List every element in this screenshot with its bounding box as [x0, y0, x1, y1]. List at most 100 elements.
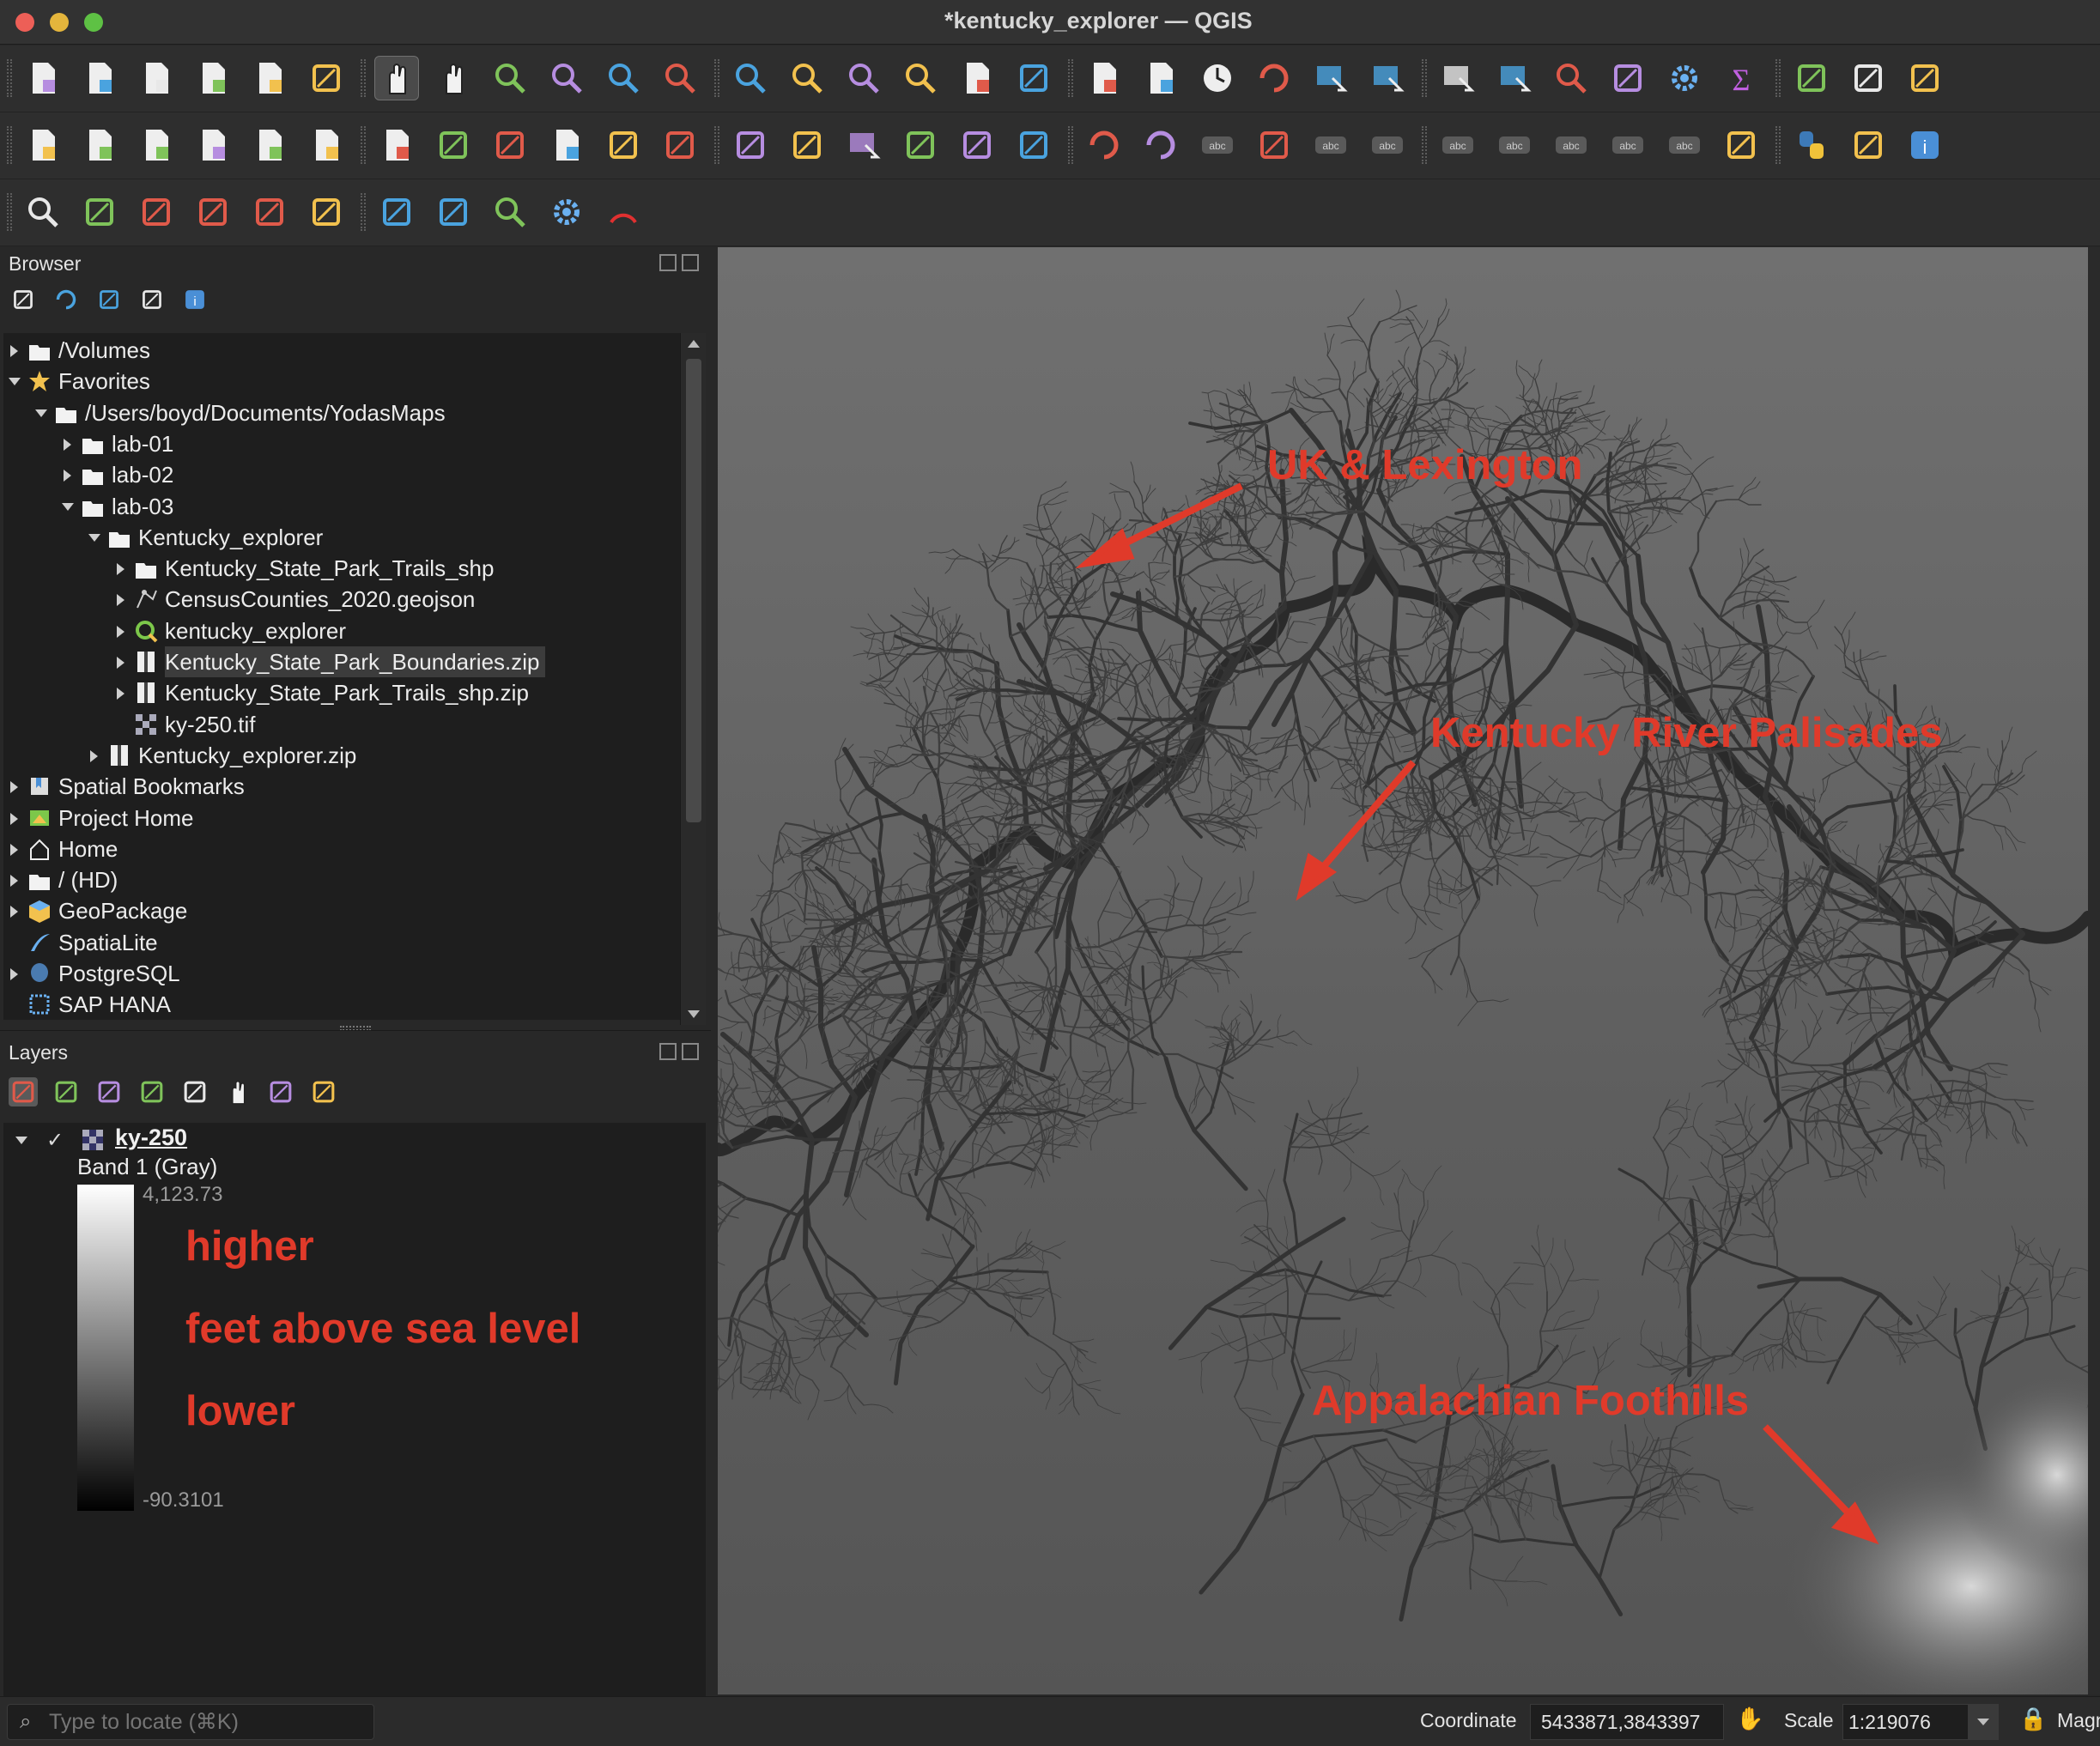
reshape-button[interactable]: [374, 190, 419, 234]
float-panel-icon[interactable]: [659, 1043, 677, 1060]
lock-scale-icon[interactable]: 🔒: [2019, 1706, 2047, 1732]
delete-selected-button[interactable]: [841, 123, 886, 167]
tree-item[interactable]: Spatial Bookmarks: [3, 771, 680, 802]
open-project-button[interactable]: [77, 56, 122, 100]
map-tips-button[interactable]: [1605, 56, 1650, 100]
layer-name[interactable]: ky-250: [115, 1125, 187, 1151]
capture-point-button[interactable]: [191, 190, 235, 234]
chevron-right-icon[interactable]: [64, 438, 71, 451]
scale-dropdown-button[interactable]: [1968, 1704, 1999, 1740]
chevron-right-icon[interactable]: [117, 657, 124, 669]
plugin-1-button[interactable]: [77, 190, 122, 234]
filter-icon[interactable]: [96, 287, 122, 312]
tree-item[interactable]: kentucky_explorer: [3, 615, 680, 646]
toggle-extents-icon[interactable]: ✋: [1736, 1706, 1763, 1732]
new-spatialite-button[interactable]: [191, 123, 235, 167]
attribute-table-button[interactable]: [1789, 56, 1834, 100]
chevron-right-icon[interactable]: [10, 906, 18, 918]
pan-to-selection-button[interactable]: [431, 56, 476, 100]
toolbar-handle[interactable]: [7, 59, 12, 97]
toolbar-handle[interactable]: [1775, 126, 1781, 164]
show-label-button[interactable]: abc: [1605, 123, 1650, 167]
chevron-right-icon[interactable]: [117, 688, 124, 700]
new-map-view-button[interactable]: [1138, 56, 1183, 100]
new-shapefile-button[interactable]: [134, 123, 179, 167]
scale-field[interactable]: 1:219076: [1842, 1704, 1973, 1740]
save-project-button[interactable]: [134, 56, 179, 100]
toolbar-handle[interactable]: [714, 59, 719, 97]
tree-item[interactable]: /Users/boyd/Documents/YodasMaps: [3, 397, 680, 428]
zoom-native-button[interactable]: [785, 56, 829, 100]
style-icon[interactable]: [9, 1077, 38, 1106]
show-bookmarks-button[interactable]: [1011, 56, 1056, 100]
copy-features-button[interactable]: [955, 123, 999, 167]
zoom-next-button[interactable]: [898, 56, 943, 100]
statistics-button[interactable]: Σ: [1719, 56, 1763, 100]
expand-all-icon[interactable]: [223, 1077, 252, 1106]
toolbar-handle[interactable]: [1068, 59, 1073, 97]
toolbar-handle[interactable]: [1422, 59, 1427, 97]
collapse-all-icon[interactable]: [139, 287, 165, 312]
toolbar-handle[interactable]: [1775, 59, 1781, 97]
chevron-right-icon[interactable]: [90, 749, 98, 762]
zoom-out-button[interactable]: [544, 56, 589, 100]
chevron-right-icon[interactable]: [10, 875, 18, 888]
coordinate-field[interactable]: 5433871,3843397: [1530, 1704, 1724, 1740]
new-virtual-button[interactable]: [247, 123, 292, 167]
redo-button[interactable]: [1138, 123, 1183, 167]
zoom-window-button[interactable]: [84, 13, 103, 32]
chevron-down-icon[interactable]: [62, 502, 74, 511]
tree-item[interactable]: PostgreSQL: [3, 958, 680, 989]
locator-input[interactable]: [49, 1708, 367, 1736]
annotation-button[interactable]: [1903, 56, 1947, 100]
tree-item[interactable]: lab-02: [3, 459, 680, 490]
new-3d-map-button[interactable]: [1082, 56, 1126, 100]
tree-item[interactable]: Kentucky_State_Park_Boundaries.zip: [3, 646, 680, 677]
select-by-expression-button[interactable]: [1365, 56, 1410, 100]
tree-item[interactable]: ky-250.tif: [3, 709, 680, 740]
style-manager-button[interactable]: [304, 56, 349, 100]
scrollbar-thumb[interactable]: [686, 359, 701, 822]
locator-search-button[interactable]: [21, 190, 65, 234]
scroll-up-icon[interactable]: [688, 340, 700, 348]
open-data-source-manager-button[interactable]: [21, 123, 65, 167]
help-button[interactable]: i: [1903, 123, 1947, 167]
info-icon[interactable]: i: [182, 287, 208, 312]
tree-item[interactable]: SAP HANA: [3, 989, 680, 1020]
add-polygon-button[interactable]: [658, 123, 702, 167]
layers-tree[interactable]: ✓ ky-250 Band 1 (Gray) 4,123.73 -90.3101…: [3, 1123, 706, 1696]
visibility-icon[interactable]: [94, 1077, 124, 1106]
modify-attributes-button[interactable]: [785, 123, 829, 167]
tree-item[interactable]: / (HD): [3, 864, 680, 895]
advanced-digitizing-button[interactable]: [304, 190, 349, 234]
tree-item[interactable]: lab-01: [3, 428, 680, 459]
tree-item[interactable]: /Volumes: [3, 335, 680, 366]
refresh-button[interactable]: [1252, 56, 1296, 100]
close-panel-icon[interactable]: [682, 1043, 699, 1060]
toolbar-handle[interactable]: [361, 59, 366, 97]
identify-button[interactable]: [1549, 56, 1593, 100]
raster-terrain-button[interactable]: [134, 190, 179, 234]
georeferencer-button[interactable]: [1719, 123, 1763, 167]
identify-info-button[interactable]: [488, 190, 532, 234]
vertex-tool-button[interactable]: [728, 123, 773, 167]
zoom-last-button[interactable]: [841, 56, 886, 100]
browser-tree[interactable]: /Volumes Favorites/Users/boyd/Documents/Y…: [3, 333, 680, 1020]
chevron-right-icon[interactable]: [10, 812, 18, 825]
capture-line-button[interactable]: [247, 190, 292, 234]
grass-button[interactable]: [1846, 123, 1891, 167]
select-by-location-button[interactable]: [1492, 56, 1537, 100]
chevron-right-icon[interactable]: [10, 781, 18, 794]
tree-item[interactable]: Kentucky_State_Park_Trails_shp.zip: [3, 677, 680, 708]
chevron-right-icon[interactable]: [10, 968, 18, 980]
toolbar-handle[interactable]: [7, 193, 12, 231]
chevron-down-icon[interactable]: [35, 409, 47, 417]
pan-button[interactable]: [374, 56, 419, 100]
offset-curve-button[interactable]: [431, 190, 476, 234]
tree-item[interactable]: SpatiaLite: [3, 927, 680, 958]
new-geopackage-button[interactable]: [77, 123, 122, 167]
toolbar-handle[interactable]: [7, 126, 12, 164]
layers-panel-controls[interactable]: [659, 1043, 711, 1065]
chevron-right-icon[interactable]: [117, 625, 124, 638]
select-features-button[interactable]: [1308, 56, 1353, 100]
